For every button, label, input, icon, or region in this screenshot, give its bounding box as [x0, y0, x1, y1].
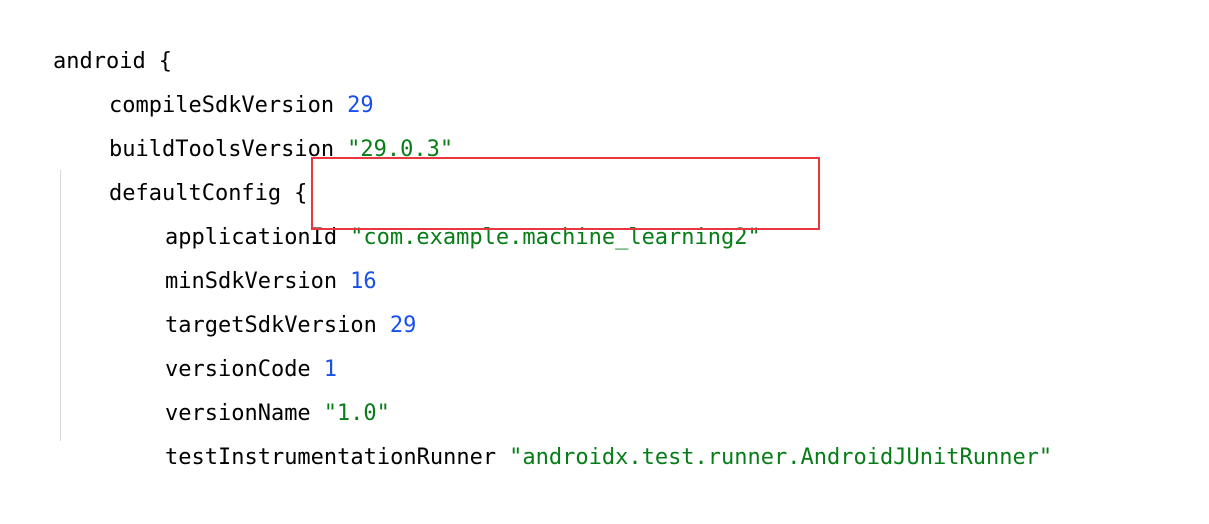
code-identifier: testInstrumentationRunner — [164, 445, 497, 470]
code-line-target-sdk-version[interactable]: targetSdkVersion 29 — [112, 260, 416, 338]
code-line-test-instrumentation-runner[interactable]: testInstrumentationRunner "androidx.test.… — [112, 392, 1052, 470]
code-line-android[interactable]: android{ — [0, 0, 172, 74]
highlight-annotation-box — [311, 157, 820, 230]
code-editor[interactable]: android{ compileSdkVersion 29 buildToolsV… — [0, 0, 1209, 470]
code-line-version-name[interactable]: versionName "1.0" — [112, 348, 390, 426]
code-line-build-tools-version[interactable]: buildToolsVersion "29.0.3" — [56, 84, 453, 162]
code-string: "androidx.test.runner.AndroidJUnitRunner… — [509, 445, 1053, 470]
code-line-compile-sdk-version[interactable]: compileSdkVersion 29 — [56, 40, 374, 118]
code-line-default-config[interactable]: defaultConfig{ — [56, 128, 307, 206]
code-line-version-code[interactable]: versionCode 1 — [112, 304, 337, 382]
code-number: 29 — [389, 313, 417, 338]
